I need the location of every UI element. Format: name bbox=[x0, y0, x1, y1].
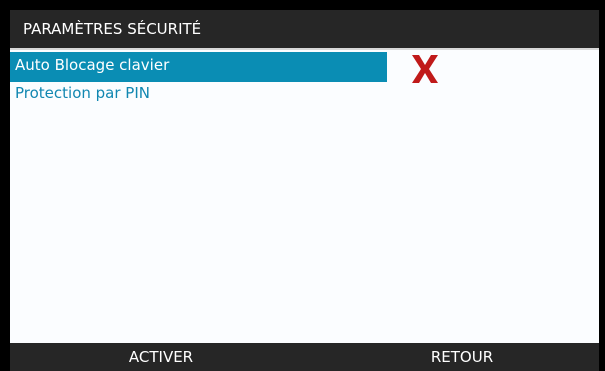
menu-item-auto-keypad-lock[interactable]: Auto Blocage clavier bbox=[10, 52, 387, 82]
activate-softkey[interactable]: ACTIVER bbox=[14, 343, 308, 371]
bezel-top bbox=[0, 0, 605, 10]
softkey-bar: ACTIVER RETOUR bbox=[10, 343, 599, 371]
menu-list: Auto Blocage clavier Protection par PIN bbox=[10, 50, 599, 343]
screen-title-bar: PARAMÈTRES SÉCURITÉ bbox=[10, 10, 599, 48]
red-x-icon bbox=[412, 55, 438, 83]
menu-item-label: Protection par PIN bbox=[15, 84, 150, 102]
screen-title: PARAMÈTRES SÉCURITÉ bbox=[23, 20, 202, 38]
back-softkey[interactable]: RETOUR bbox=[315, 343, 605, 371]
menu-item-pin-protection[interactable]: Protection par PIN bbox=[10, 80, 387, 110]
menu-item-label: Auto Blocage clavier bbox=[15, 56, 170, 74]
bezel-right bbox=[599, 0, 605, 371]
security-settings-screen: PARAMÈTRES SÉCURITÉ Auto Blocage clavier… bbox=[0, 0, 605, 371]
bezel-left bbox=[0, 0, 10, 371]
